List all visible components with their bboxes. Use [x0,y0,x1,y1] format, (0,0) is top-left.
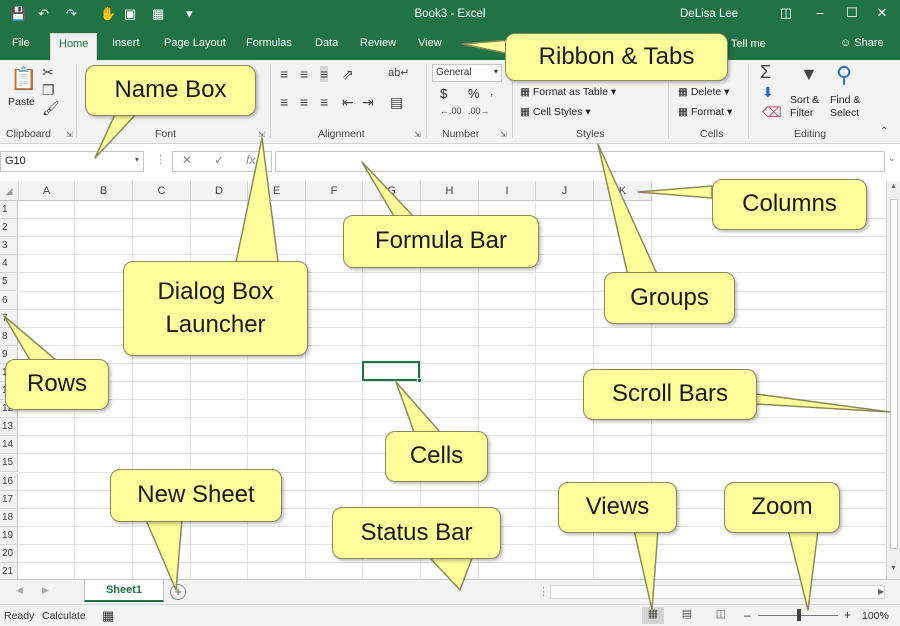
pointer-new-sheet [145,519,183,591]
callout-groups: Groups [604,272,735,324]
pointer-status-bar [429,557,473,591]
callout-columns: Columns [712,179,867,230]
callout-views: Views [558,482,677,533]
pointer-scroll-bars [755,393,891,413]
callout-zoom: Zoom [724,482,840,533]
pointer-columns [637,185,713,199]
callout-rows: Rows [5,359,109,410]
callout-new-sheet: New Sheet [110,469,282,522]
callout-status-bar: Status Bar [332,507,501,559]
callout-formula-bar: Formula Bar [343,215,539,268]
pointer-zoom [787,529,819,611]
pointer-ribbon-tabs [461,39,511,55]
callout-cells: Cells [385,431,488,482]
pointer-groups [597,143,659,277]
pointer-cells [395,381,441,433]
callout-ribbon-tabs: Ribbon & Tabs [505,33,728,81]
callout-dialog-box-launcher: Dialog Box Launcher [123,261,308,356]
pointer-formula-bar [361,161,416,219]
pointer-views [633,529,659,611]
pointer-dialog-box-launcher [235,137,279,263]
pointer-rows [3,315,57,361]
callout-scroll-bars: Scroll Bars [583,369,757,420]
callout-name-box: Name Box [85,65,256,116]
